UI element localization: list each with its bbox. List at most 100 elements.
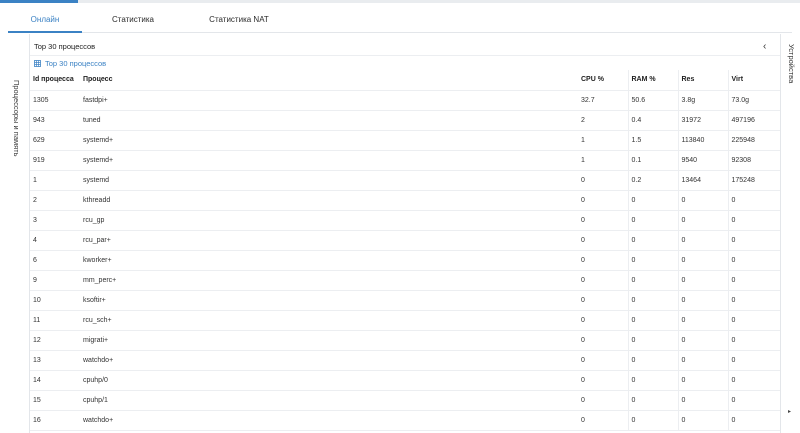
cell-res: 13464 xyxy=(678,170,729,191)
cell-ram: 0 xyxy=(628,370,679,391)
left-panel-label: Процессоры и память xyxy=(12,80,21,157)
cell-cpu: 0 xyxy=(578,170,629,191)
table-row[interactable]: 14 cpuhp/0 0 0 0 0 xyxy=(30,370,780,391)
cell-ram: 0 xyxy=(628,230,679,251)
cell-id: 11 xyxy=(30,310,80,331)
cell-ram: 0.1 xyxy=(628,150,679,171)
cell-res: 9540 xyxy=(678,150,729,171)
table-row[interactable]: 12 migrati+ 0 0 0 0 xyxy=(30,330,780,351)
cell-res: 31972 xyxy=(678,110,729,131)
cell-res: 113840 xyxy=(678,130,729,151)
panel-title: Top 30 процессов xyxy=(34,42,96,51)
table-row[interactable]: 9 mm_perc+ 0 0 0 0 xyxy=(30,270,780,291)
cell-id: 2 xyxy=(30,190,80,211)
table-row[interactable]: 13 watchdo+ 0 0 0 0 xyxy=(30,350,780,371)
cell-ram: 0 xyxy=(628,290,679,311)
table-row[interactable]: 4 rcu_par+ 0 0 0 0 xyxy=(30,230,780,251)
cell-ram: 0 xyxy=(628,410,679,431)
cell-id: 13 xyxy=(30,350,80,371)
cell-process: rcu_gp xyxy=(80,210,578,231)
cell-id: 4 xyxy=(30,230,80,251)
header-id[interactable]: Id процесса xyxy=(30,70,80,91)
table-link-label: Top 30 процессов xyxy=(45,59,107,68)
cell-cpu: 0 xyxy=(578,390,629,411)
right-panel-label: Устройства xyxy=(787,44,796,84)
cell-ram: 50.6 xyxy=(628,90,679,111)
table-row[interactable]: 16 watchdo+ 0 0 0 0 xyxy=(30,410,780,431)
cell-res: 0 xyxy=(678,290,729,311)
table-icon xyxy=(34,60,41,67)
table-row[interactable]: 10 ksoftir+ 0 0 0 0 xyxy=(30,290,780,311)
cell-process: ksoftir+ xyxy=(80,290,578,311)
table-row[interactable]: 3 rcu_gp 0 0 0 0 xyxy=(30,210,780,231)
cell-res: 0 xyxy=(678,410,729,431)
processes-table: Id процесса Процесс CPU % RAM % Res Virt… xyxy=(30,70,780,431)
table-row[interactable]: 919 systemd+ 1 0.1 9540 92308 xyxy=(30,150,780,171)
cell-cpu: 0 xyxy=(578,310,629,331)
cell-ram: 0 xyxy=(628,210,679,231)
cell-res: 0 xyxy=(678,230,729,251)
cell-process: mm_perc+ xyxy=(80,270,578,291)
header-cpu[interactable]: CPU % xyxy=(578,70,629,91)
cell-id: 12 xyxy=(30,330,80,351)
cell-ram: 0.2 xyxy=(628,170,679,191)
table-row[interactable]: 629 systemd+ 1 1.5 113840 225948 xyxy=(30,130,780,151)
cell-virt: 0 xyxy=(728,230,780,251)
cell-virt: 0 xyxy=(728,270,780,291)
cell-id: 10 xyxy=(30,290,80,311)
cell-id: 919 xyxy=(30,150,80,171)
table-row[interactable]: 1 systemd 0 0.2 13464 175248 xyxy=(30,170,780,191)
cell-virt: 0 xyxy=(728,190,780,211)
cell-ram: 0 xyxy=(628,330,679,351)
cell-cpu: 0 xyxy=(578,270,629,291)
cell-id: 629 xyxy=(30,130,80,151)
cell-virt: 73.0g xyxy=(728,90,780,111)
tab-bar: Онлайн Статистика Статистика NAT xyxy=(8,7,792,33)
panel-divider xyxy=(30,55,780,56)
tab-statistics-nat[interactable]: Статистика NAT xyxy=(184,7,294,32)
cell-ram: 0 xyxy=(628,250,679,271)
cell-cpu: 0 xyxy=(578,350,629,371)
cell-res: 0 xyxy=(678,250,729,271)
table-row[interactable]: 6 kworker+ 0 0 0 0 xyxy=(30,250,780,271)
header-ram[interactable]: RAM % xyxy=(628,70,679,91)
header-virt[interactable]: Virt xyxy=(728,70,780,91)
cell-cpu: 0 xyxy=(578,190,629,211)
cell-id: 14 xyxy=(30,370,80,391)
top-progress-accent xyxy=(0,0,78,3)
cell-res: 0 xyxy=(678,350,729,371)
header-res[interactable]: Res xyxy=(678,70,729,91)
cell-process: systemd+ xyxy=(80,150,578,171)
cell-cpu: 1 xyxy=(578,130,629,151)
tab-statistics[interactable]: Статистика xyxy=(82,7,184,32)
cell-process: watchdo+ xyxy=(80,350,578,371)
cell-cpu: 0 xyxy=(578,370,629,391)
right-expand-arrow-icon[interactable]: ▸ xyxy=(788,408,791,415)
table-row[interactable]: 943 tuned 2 0.4 31972 497196 xyxy=(30,110,780,131)
table-row[interactable]: 11 rcu_sch+ 0 0 0 0 xyxy=(30,310,780,331)
table-row[interactable]: 1305 fastdpi+ 32.7 50.6 3.8g 73.0g xyxy=(30,90,780,111)
cell-ram: 1.5 xyxy=(628,130,679,151)
left-collapsed-panel[interactable]: Процессоры и память ▸ xyxy=(0,34,30,433)
cell-process: systemd xyxy=(80,170,578,191)
collapse-chevron-icon[interactable]: ‹ xyxy=(763,41,766,52)
cell-cpu: 32.7 xyxy=(578,90,629,111)
right-collapsed-panel[interactable]: Устройства ▸ xyxy=(780,34,800,433)
cell-id: 1305 xyxy=(30,90,80,111)
table-row[interactable]: 15 cpuhp/1 0 0 0 0 xyxy=(30,390,780,411)
cell-virt: 0 xyxy=(728,350,780,371)
cell-virt: 0 xyxy=(728,410,780,431)
cell-cpu: 0 xyxy=(578,290,629,311)
table-link[interactable]: Top 30 процессов xyxy=(34,59,106,68)
cell-virt: 0 xyxy=(728,370,780,391)
table-row[interactable]: 2 kthreadd 0 0 0 0 xyxy=(30,190,780,211)
header-process[interactable]: Процесс xyxy=(80,70,578,91)
cell-id: 16 xyxy=(30,410,80,431)
cell-process: fastdpi+ xyxy=(80,90,578,111)
cell-cpu: 1 xyxy=(578,150,629,171)
cell-id: 15 xyxy=(30,390,80,411)
tab-online[interactable]: Онлайн xyxy=(8,7,82,33)
top-progress-track xyxy=(0,0,800,3)
processes-panel: Top 30 процессов ‹ Top 30 процессов Id п… xyxy=(30,34,780,433)
cell-id: 943 xyxy=(30,110,80,131)
